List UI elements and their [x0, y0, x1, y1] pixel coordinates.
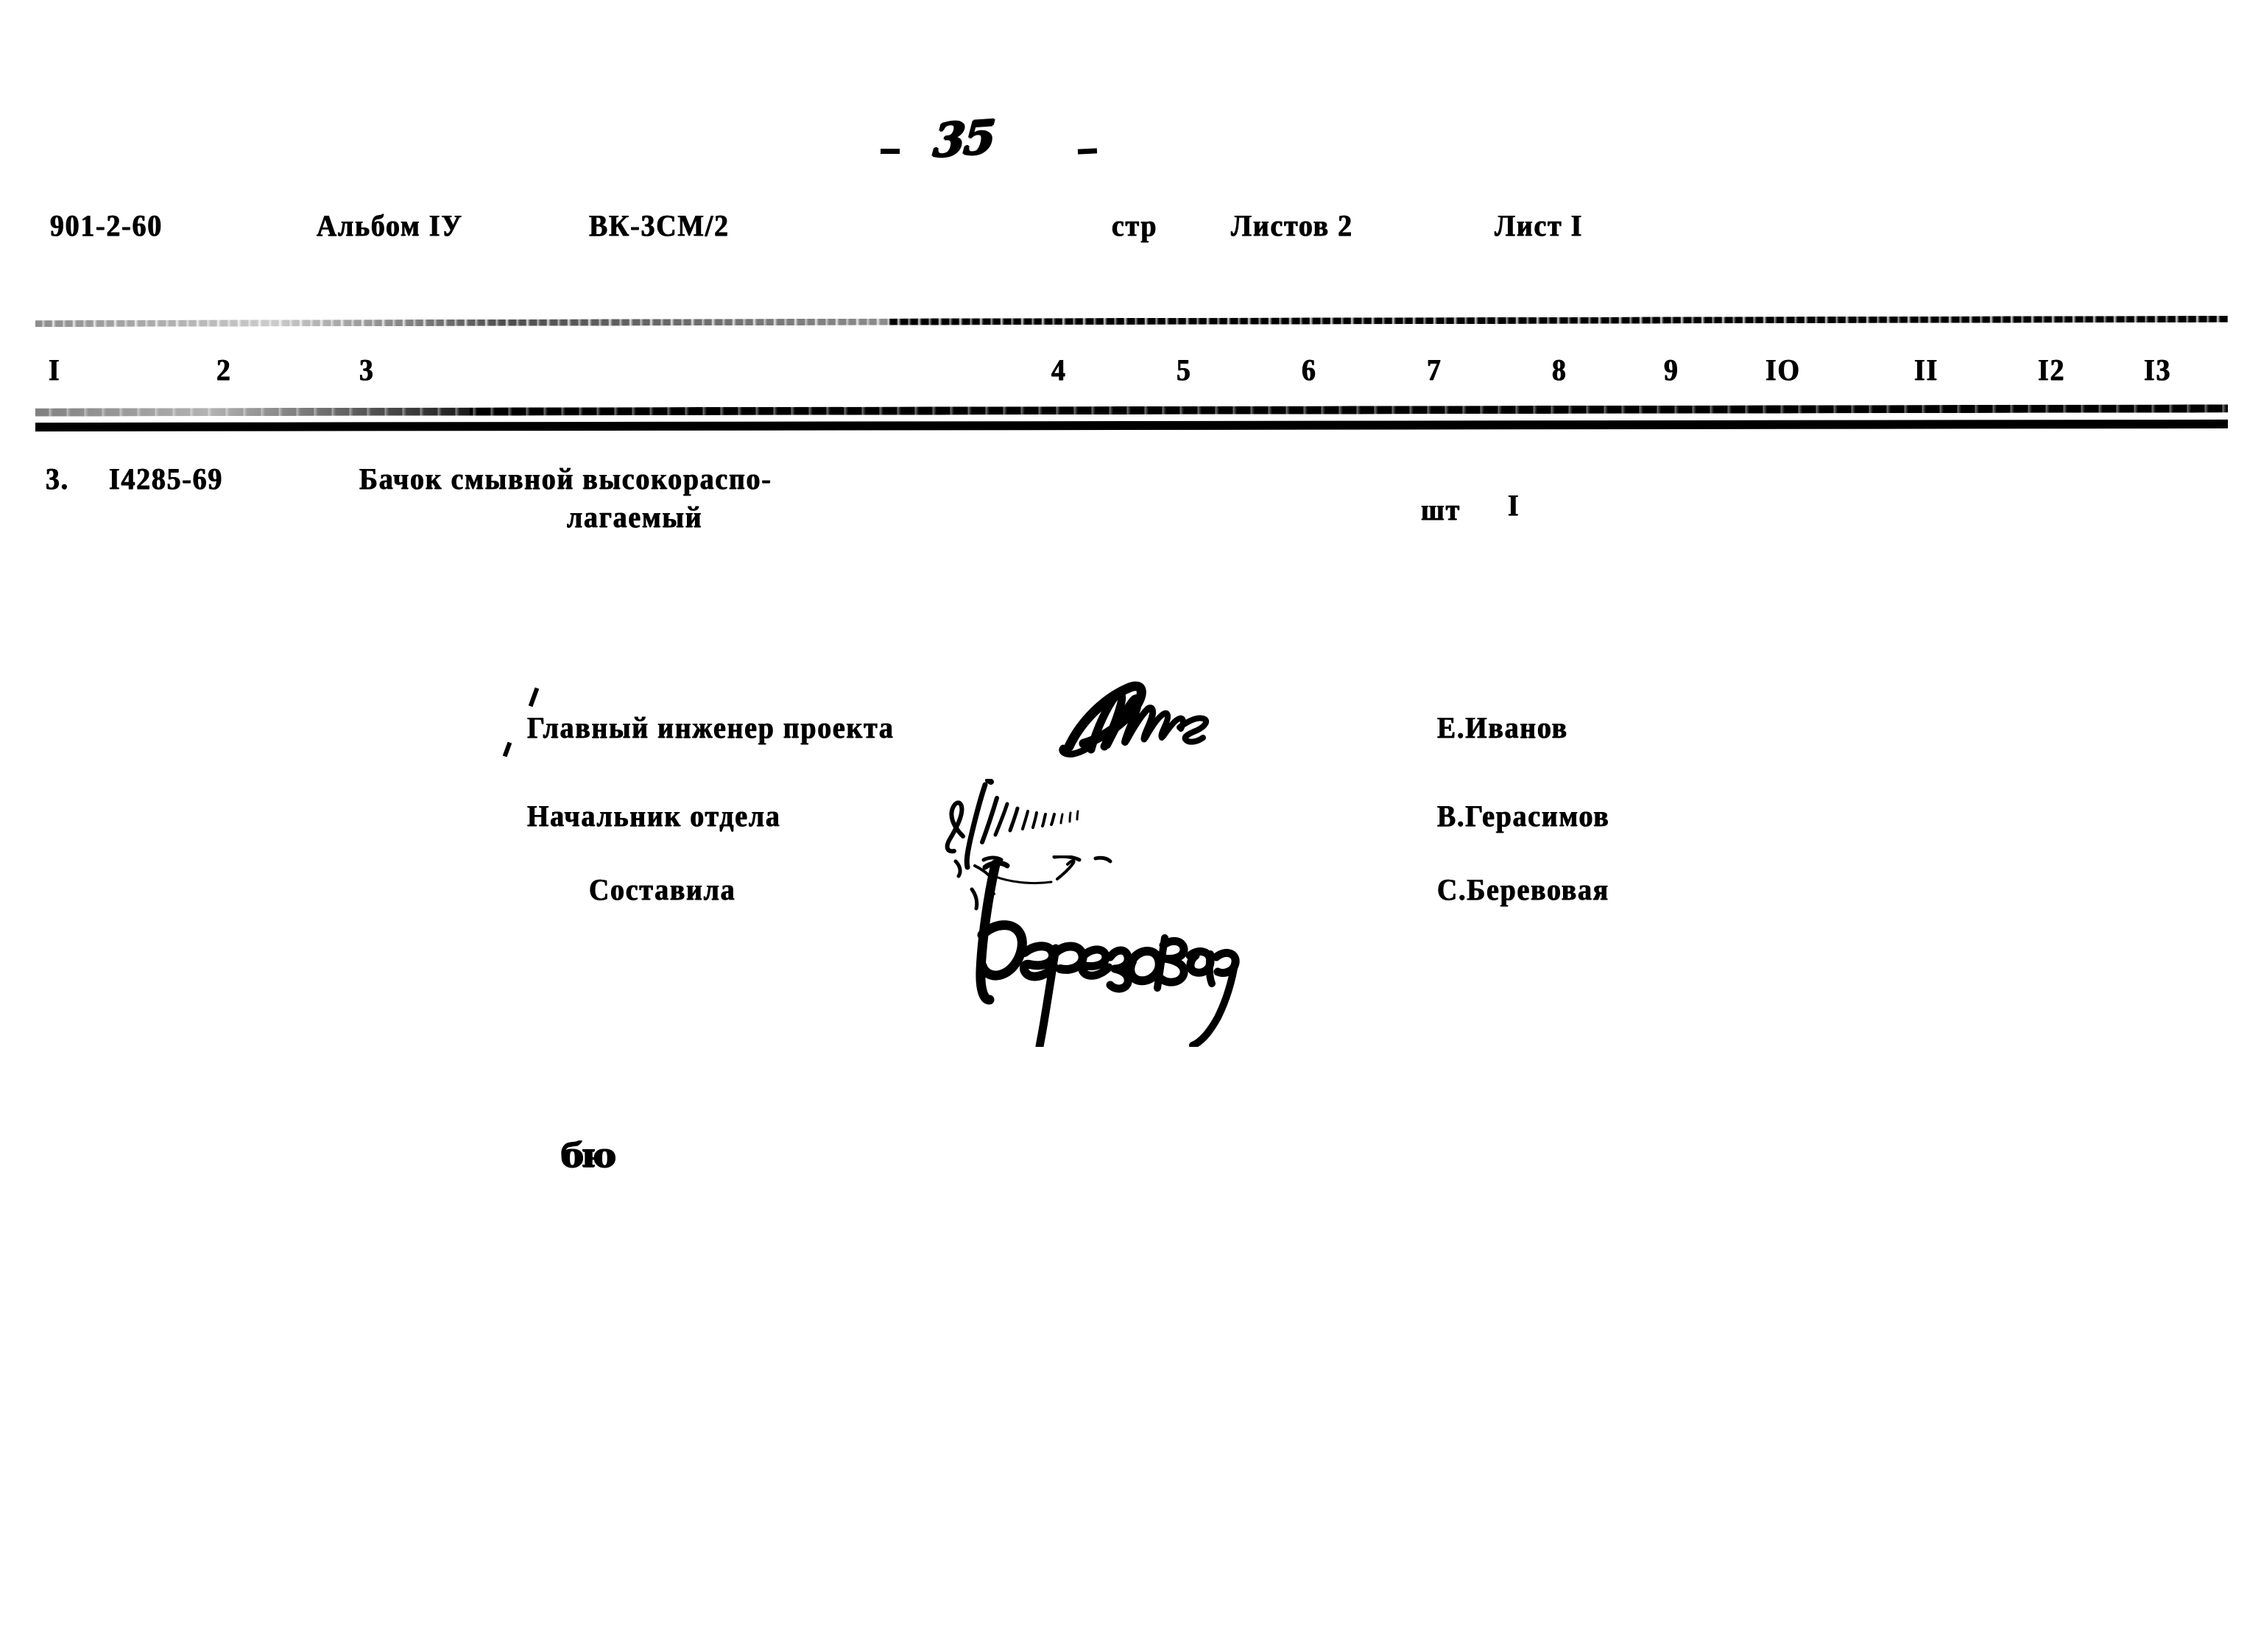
column-header-7: 7 — [1427, 353, 1442, 386]
column-header-3: 3 — [359, 353, 375, 386]
column-header-4: 4 — [1051, 353, 1067, 386]
column-header-10: IO — [1766, 353, 1801, 386]
signature-role-chief-engineer: Главный инженер проекта — [527, 710, 895, 744]
column-header-2: 2 — [216, 353, 232, 386]
table-rule-top-fade — [35, 315, 889, 328]
row-quantity: I — [1508, 488, 1520, 522]
document-page: 35 901-2-60 Альбом IУ ВК-3СМ/2 стр Листо… — [0, 0, 2261, 1652]
row-code: I4285-69 — [109, 462, 224, 495]
signature-role-compiler: Составила — [589, 872, 736, 906]
signature-role-department-head: Начальник отдела — [527, 799, 781, 833]
signature-scrawl-head — [920, 779, 1171, 911]
sheet-current: Лист I — [1495, 208, 1584, 242]
row-name-line-2: лагаемый — [567, 500, 703, 534]
column-header-8: 8 — [1552, 353, 1567, 386]
row-unit: шт — [1421, 493, 1461, 526]
column-header-6: 6 — [1302, 353, 1317, 386]
row-name-line-1: Бачок смывной высокораспо- — [359, 462, 772, 495]
section-label: ВК-3СМ/2 — [589, 208, 730, 242]
bottom-handwritten-mark: бю — [561, 1135, 616, 1175]
signature-berezovaya — [944, 855, 1253, 1047]
pen-tick-upper-icon — [528, 687, 540, 707]
column-header-11: II — [1914, 353, 1939, 386]
signature-scrawl-engineer — [1059, 679, 1294, 767]
album-label: Альбом IУ — [317, 208, 463, 242]
page-number-dash-left — [881, 149, 900, 154]
row-item-no: 3. — [46, 462, 69, 495]
column-header-12: I2 — [2038, 353, 2066, 386]
page-number-block: 35 — [881, 110, 1101, 169]
sheets-total: Листов 2 — [1231, 208, 1353, 242]
pen-tick-lower-icon — [502, 741, 512, 758]
page-label: стр — [1112, 208, 1158, 242]
table-rule-bottom — [35, 419, 2229, 432]
table-rule-mid-fade — [35, 403, 470, 417]
signature-name-chief-engineer: Е.Иванов — [1437, 710, 1568, 744]
page-number-dash-right — [1077, 148, 1098, 155]
signature-name-department-head: В.Герасимов — [1437, 799, 1610, 833]
signature-name-compiler: С.Беревовая — [1437, 872, 1609, 906]
column-header-9: 9 — [1664, 353, 1679, 386]
column-header-13: I3 — [2144, 353, 2172, 386]
column-header-1: I — [49, 353, 61, 386]
page-number-value: 35 — [931, 109, 996, 169]
project-code: 901-2-60 — [50, 208, 163, 242]
column-header-5: 5 — [1177, 353, 1192, 386]
